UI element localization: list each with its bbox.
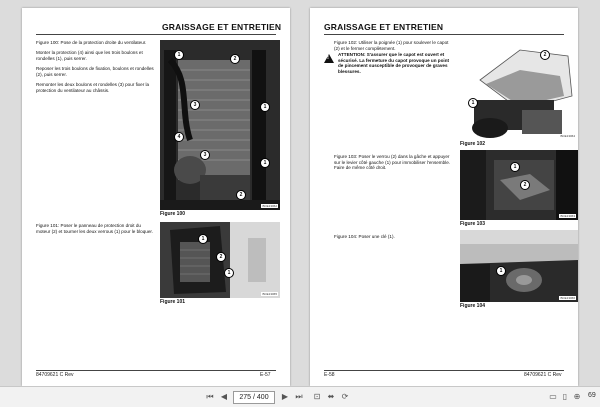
tractor-hood-image bbox=[460, 40, 578, 140]
page-title: GRAISSAGE ET ENTRETIEN bbox=[162, 22, 282, 32]
callout-marker: 1 bbox=[174, 50, 184, 60]
image-code: BCE13066 bbox=[559, 296, 576, 300]
warning-exclamation-icon: ! bbox=[327, 55, 329, 61]
page-title: GRAISSAGE ET ENTRETIEN bbox=[324, 22, 444, 32]
figure-103-photo: 1 2 BCE13063 bbox=[460, 150, 578, 220]
fig100-paragraph: Figure 100: Pose de la protection droite… bbox=[36, 40, 147, 45]
figure-caption: Figure 101 bbox=[160, 299, 186, 305]
figure-100-photo: 1 2 3 4 1 2 1 3 BCE13062 bbox=[160, 40, 280, 210]
fig102-paragraph: Figure 102: Utiliser la poignée (1) pour… bbox=[334, 40, 449, 51]
right-page: GRAISSAGE ET ENTRETIEN Figure 102: Utili… bbox=[310, 8, 578, 386]
fig104-paragraph: Figure 104: Poser une clé (1). bbox=[334, 234, 395, 239]
figure-caption: Figure 103 bbox=[460, 221, 486, 227]
footer-code: 84709621 C Rev bbox=[524, 372, 562, 378]
callout-marker: 1 bbox=[468, 98, 478, 108]
fig103-paragraph: Figure 103: Poser le verrou (2) dans la … bbox=[334, 154, 451, 171]
key-image bbox=[460, 230, 578, 302]
image-code: BCE13064 bbox=[559, 134, 576, 138]
instruction-paragraph: Reposer les trois boulons de fixation, b… bbox=[36, 66, 154, 77]
callout-marker: 2 bbox=[520, 180, 530, 190]
figure-caption: Figure 102 bbox=[460, 141, 486, 147]
warning-icon bbox=[324, 54, 334, 63]
latch-image bbox=[460, 150, 578, 220]
fit-width-icon[interactable]: ⬌ bbox=[326, 392, 336, 402]
callout-marker: 2 bbox=[216, 252, 226, 262]
callout-marker: 1 bbox=[510, 162, 520, 172]
next-page-icon[interactable]: ▶ bbox=[280, 392, 290, 402]
footer-rule bbox=[36, 370, 276, 371]
viewer-toolbar: ⏮ ◀ 275 / 400 ▶ ⏭ ⊡ ⬌ ⟳ ▭ ▯ ⊕ 69 bbox=[0, 386, 600, 407]
instruction-paragraph: Remonter les deux boulons et rondelles (… bbox=[36, 82, 150, 93]
last-page-icon[interactable]: ⏭ bbox=[294, 392, 304, 402]
figure-104-photo: 1 BCE13066 bbox=[460, 230, 578, 302]
title-rule bbox=[36, 34, 276, 35]
callout-marker: 1 bbox=[224, 268, 234, 278]
warning-text: ATTENTION: S'assurer que le capot est ou… bbox=[338, 52, 450, 74]
first-page-icon[interactable]: ⏮ bbox=[205, 392, 215, 402]
two-page-icon[interactable]: ▯ bbox=[560, 392, 570, 402]
callout-marker: 1 bbox=[260, 158, 270, 168]
image-code: BCE13063 bbox=[559, 214, 576, 218]
callout-marker: 3 bbox=[190, 100, 200, 110]
title-rule bbox=[324, 34, 564, 35]
callout-marker: 2 bbox=[540, 50, 550, 60]
zoom-level: 69 bbox=[588, 392, 596, 399]
engine-radiator-image bbox=[160, 40, 280, 210]
rotate-icon[interactable]: ⟳ bbox=[340, 392, 350, 402]
page-number: E-57 bbox=[260, 372, 271, 378]
figure-101-photo: 1 2 1 BCE13065 bbox=[160, 222, 280, 298]
callout-marker: 1 bbox=[496, 266, 506, 276]
left-page: GRAISSAGE ET ENTRETIEN Figure 100: Pose … bbox=[22, 8, 290, 386]
zoom-icon[interactable]: ⊕ bbox=[572, 392, 582, 402]
figure-caption: Figure 100 bbox=[160, 211, 186, 217]
callout-marker: 3 bbox=[200, 150, 210, 160]
single-page-icon[interactable]: ▭ bbox=[548, 392, 558, 402]
previous-page-icon[interactable]: ◀ bbox=[219, 392, 229, 402]
instruction-paragraph: Monter la protection (4) ainsi que les t… bbox=[36, 50, 143, 61]
image-code: BCE13062 bbox=[261, 204, 278, 208]
callout-marker: 1 bbox=[260, 102, 270, 112]
footer-code: 84709621 C Rev bbox=[36, 372, 74, 378]
image-code: BCE13065 bbox=[261, 292, 278, 296]
callout-marker: 1 bbox=[198, 234, 208, 244]
footer-rule bbox=[324, 370, 564, 371]
figure-102-photo: 1 2 BCE13064 bbox=[460, 40, 578, 140]
page-number: E-58 bbox=[324, 372, 335, 378]
callout-marker: 4 bbox=[174, 132, 184, 142]
figure-caption: Figure 104 bbox=[460, 303, 486, 309]
callout-marker: 2 bbox=[236, 190, 246, 200]
callout-marker: 2 bbox=[230, 54, 240, 64]
fit-page-icon[interactable]: ⊡ bbox=[312, 392, 322, 402]
fig101-paragraph: Figure 101: Poser le panneau de protecti… bbox=[36, 223, 153, 234]
page-number-input[interactable]: 275 / 400 bbox=[233, 391, 275, 404]
